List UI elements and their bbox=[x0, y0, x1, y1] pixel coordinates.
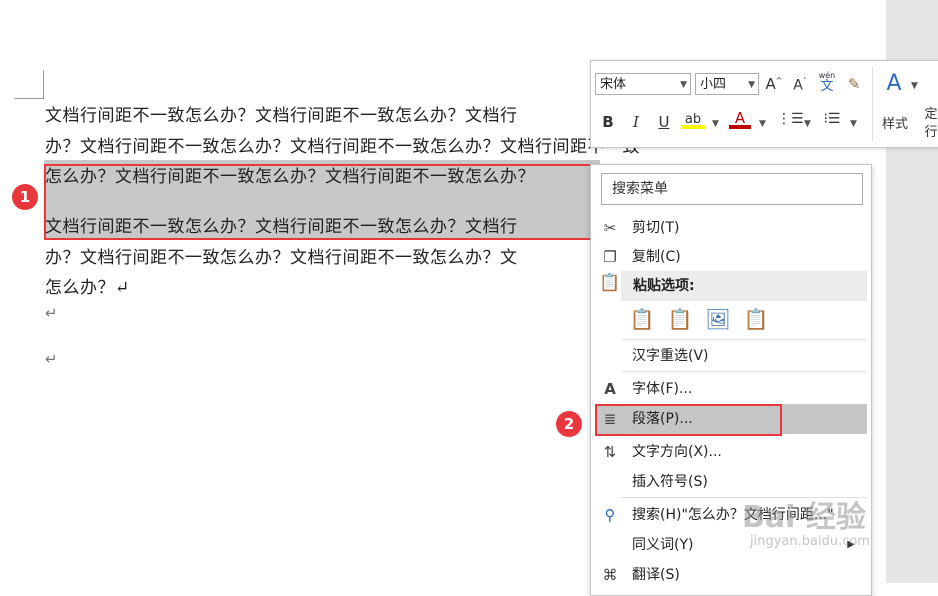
phonetic-guide-button[interactable]: wén 文 bbox=[815, 71, 839, 94]
font-color-button[interactable]: A bbox=[729, 109, 751, 129]
menu-item-label: 同义词(Y) bbox=[632, 537, 694, 553]
search-icon: ⚲ bbox=[604, 506, 616, 524]
doc-text-line[interactable]: 文档行间距不一致怎么办？文档行间距不一致怎么办？文档行 bbox=[45, 101, 518, 126]
menu-separator bbox=[621, 371, 867, 372]
chevron-down-icon[interactable]: ▼ bbox=[850, 119, 857, 129]
font-color-icon: A bbox=[734, 109, 746, 127]
doc-text-line[interactable]: 办？文档行间距不一致怎么办？文档行间距不一致怎么办？文 bbox=[45, 243, 518, 268]
paste-options-header: 粘贴选项: bbox=[621, 271, 867, 301]
font-name-value: 宋体 bbox=[600, 77, 627, 92]
scissors-icon: ✂ bbox=[603, 219, 617, 237]
font-size-value: 小四 bbox=[700, 77, 727, 92]
chevron-down-icon[interactable]: ▼ bbox=[712, 119, 719, 129]
copy-icon: ❐ bbox=[603, 248, 617, 266]
menu-item-label: 粘贴选项: bbox=[633, 278, 695, 294]
paragraph-annotation-box bbox=[595, 404, 782, 436]
italic-button[interactable]: I bbox=[627, 113, 645, 131]
grow-font-icon: A bbox=[765, 75, 776, 93]
paste-keep-source-icon[interactable]: 📋 bbox=[629, 307, 655, 333]
menu-separator bbox=[621, 339, 867, 340]
watermark-url: jingyan.baidu.com bbox=[750, 534, 870, 549]
phonetic-guide-icon: 文 bbox=[820, 79, 834, 94]
watermark-brand: Bai 经验 bbox=[742, 500, 866, 535]
format-painter-icon[interactable]: ✎ bbox=[843, 75, 865, 93]
menu-item-label: 剪切(T) bbox=[632, 220, 680, 236]
bullets-icon[interactable]: ⋮☰ bbox=[777, 111, 804, 127]
paragraph-mark: ↵ bbox=[45, 350, 58, 368]
paste-merge-format-icon[interactable]: 📋 bbox=[667, 307, 693, 333]
doc-text-line[interactable]: 办？文档行间距不一致怎么办？文档行间距不一致怎么办？文档行间距不一致 bbox=[45, 132, 640, 157]
search-menu-input[interactable]: 搜索菜单 bbox=[601, 173, 863, 205]
page-margin-marker bbox=[14, 70, 44, 99]
menu-item-label: 文字方向(X)... bbox=[632, 444, 722, 460]
menu-item-label: 翻译(S) bbox=[632, 567, 680, 583]
chevron-down-icon: ▼ bbox=[748, 80, 755, 90]
menu-item-text-direction[interactable]: ⇅ 文字方向(X)... bbox=[591, 437, 869, 467]
highlight-button[interactable]: ab bbox=[681, 109, 705, 129]
text-direction-icon: ⇅ bbox=[603, 443, 617, 461]
grow-font-button[interactable]: A^ bbox=[763, 75, 785, 93]
menu-item-label: 字体(F)... bbox=[632, 381, 693, 397]
paste-text-only-icon[interactable]: 📋 bbox=[743, 307, 769, 333]
menu-item-translate[interactable]: ⌘ 翻译(S) bbox=[591, 560, 869, 590]
step-badge-1: 1 bbox=[12, 184, 38, 210]
step-badge-2: 2 bbox=[556, 411, 582, 437]
font-icon: A bbox=[604, 380, 616, 398]
highlight-icon: ab bbox=[684, 112, 702, 127]
menu-item-label: 复制(C) bbox=[632, 249, 681, 265]
toolbar-divider bbox=[872, 67, 873, 141]
shrink-font-button[interactable]: Aˇ bbox=[789, 77, 811, 94]
menu-item-reconvert[interactable]: 汉字重选(V) bbox=[591, 341, 869, 371]
menu-item-cut[interactable]: ✂ 剪切(T) bbox=[591, 213, 869, 243]
numbering-icon[interactable]: ⁝☰ bbox=[821, 111, 843, 127]
menu-item-label: 插入符号(S) bbox=[632, 474, 708, 490]
chevron-down-icon: ▼ bbox=[911, 81, 918, 91]
chevron-down-icon[interactable]: ▼ bbox=[804, 119, 811, 129]
font-name-combo[interactable]: 宋体 ▼ bbox=[595, 73, 691, 95]
translate-icon: ⌘ bbox=[602, 566, 618, 584]
styles-label[interactable]: 样式 bbox=[877, 113, 913, 132]
shrink-font-icon: A bbox=[793, 77, 803, 94]
doc-text-line[interactable]: 怎么办？↵ bbox=[45, 273, 130, 298]
styles-icon[interactable]: A bbox=[879, 71, 909, 96]
chevron-down-icon: ▼ bbox=[680, 80, 687, 90]
menu-item-label: 汉字重选(V) bbox=[632, 348, 709, 364]
paragraph-mark: ↵ bbox=[45, 304, 58, 322]
selection-annotation-box bbox=[44, 164, 603, 240]
chevron-down-icon[interactable]: ▼ bbox=[759, 119, 766, 129]
menu-item-font[interactable]: A 字体(F)... bbox=[591, 374, 869, 404]
mini-toolbar: 宋体 ▼ 小四 ▼ A^ Aˇ wén 文 ✎ A ▼ 样式 定 行 B I U… bbox=[590, 60, 938, 148]
menu-item-copy[interactable]: ❐ 复制(C) bbox=[591, 242, 869, 272]
line-spacing-label[interactable]: 定 bbox=[923, 103, 938, 122]
underline-button[interactable]: U bbox=[655, 113, 673, 131]
line-spacing-label-2[interactable]: 行 bbox=[923, 121, 938, 140]
font-size-combo[interactable]: 小四 ▼ bbox=[695, 73, 759, 95]
bold-button[interactable]: B bbox=[599, 113, 617, 131]
paste-picture-icon[interactable]: 🖼 bbox=[705, 307, 731, 333]
clipboard-icon: 📋 bbox=[599, 273, 621, 293]
